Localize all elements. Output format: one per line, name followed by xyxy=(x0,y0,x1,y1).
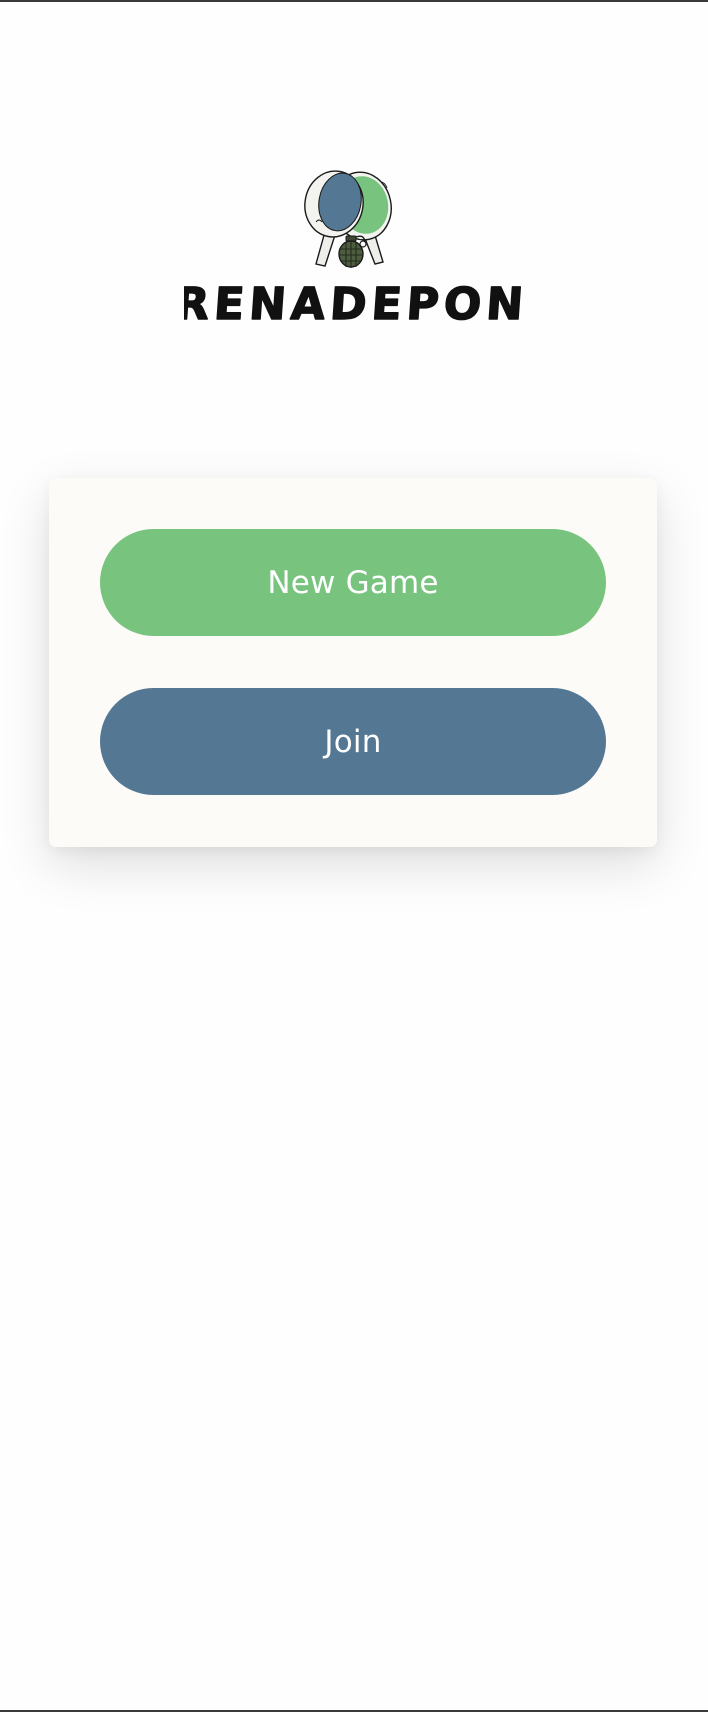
svg-text:GRENADEPONG: GRENADEPONG xyxy=(184,279,524,330)
join-button[interactable]: Join xyxy=(100,688,606,795)
app-wordmark: GRENADEPONG xyxy=(184,278,524,330)
paddles-grenade-icon xyxy=(304,170,392,268)
menu-card: New Game Join xyxy=(49,478,657,847)
app-logo: GRENADEPONG xyxy=(184,168,524,333)
window-top-edge xyxy=(0,0,708,2)
new-game-button[interactable]: New Game xyxy=(100,529,606,636)
